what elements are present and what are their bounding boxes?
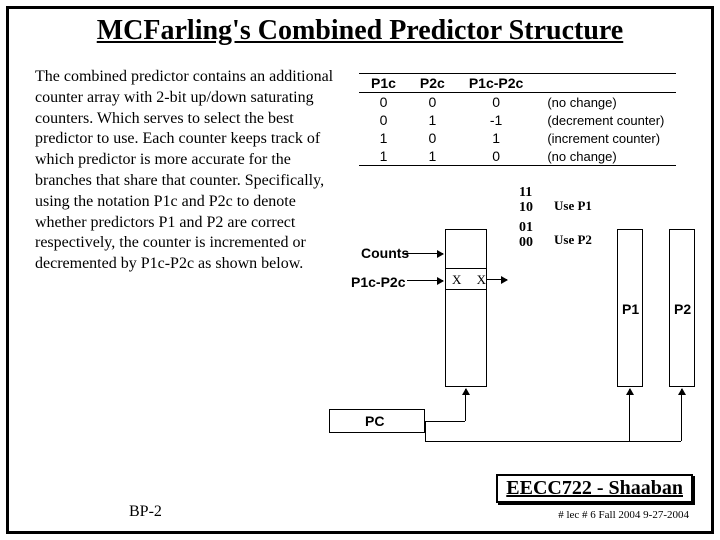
lecture-note: # lec # 6 Fall 2004 9-27-2004 [558,509,689,521]
truth-table: P1c P2c P1c-P2c 00 0(no change) 01 -1(de… [359,73,676,166]
wire-pc-right [425,421,465,422]
cell-to-state-arrow [487,279,507,280]
wire-pc-rightlong [425,441,681,442]
wire-drop [425,421,426,441]
counts-arrow [405,253,443,254]
p1-label: P1 [622,301,639,317]
cell-xx: X X [452,272,492,288]
p2-label: P2 [674,301,691,317]
body-paragraph: The combined predictor contains an addit… [35,67,345,275]
use-labels: Use P1 Use P2 [554,189,592,257]
slide-number: BP-2 [129,503,162,521]
pc-label: PC [365,413,384,429]
wire-to-p2 [681,389,682,441]
slide-title: MCFarling's Combined Predictor Structure [9,15,711,47]
p1cp2c-arrow [407,280,443,281]
counts-column [445,229,487,387]
counts-label: Counts [361,245,409,261]
wire-to-counts [465,389,466,421]
course-banner: EECC722 - Shaaban [496,474,693,503]
state-labels: 11 10 01 00 [519,185,533,251]
wire-to-p1 [629,389,630,441]
p1cp2c-label: P1c-P2c [351,274,405,290]
